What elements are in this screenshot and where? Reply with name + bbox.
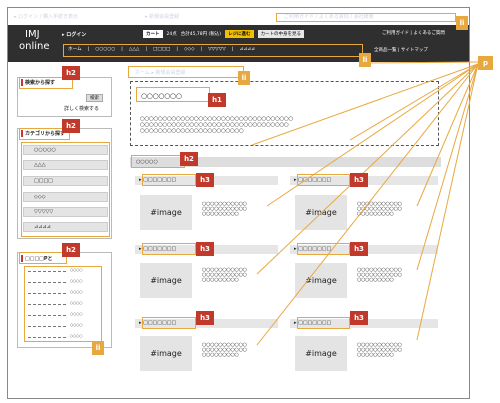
product-image[interactable]: #image [140, 195, 192, 230]
label-h2: h2 [62, 66, 80, 80]
logo-line1: IMJ [25, 29, 40, 40]
label-li: li [456, 16, 468, 30]
annotation-box [297, 317, 350, 329]
product-image[interactable]: #image [295, 263, 347, 298]
logo-line2: online [19, 41, 50, 52]
annotation-box [297, 243, 350, 255]
annotation-box [142, 174, 196, 186]
search-button[interactable]: 検索 [86, 94, 103, 102]
annotation-box [21, 142, 110, 237]
annotation-box [142, 317, 196, 329]
product-image[interactable]: #image [140, 336, 192, 371]
intro-text-3: ○○○○○○○○○○○○○○○○○○○○○○○ [140, 128, 244, 134]
label-li: li [92, 341, 104, 355]
site-logo[interactable]: IMJ online [19, 29, 50, 53]
annotation-box [136, 87, 210, 102]
checkout-button[interactable]: レジに進む [225, 30, 254, 38]
faint-top-left: ▸ ログイン / 購入手続き表示 [14, 14, 78, 20]
product-image[interactable]: #image [140, 263, 192, 298]
cart-count: 24点 [166, 32, 177, 37]
card-text: ○○○○○○○○○○○ ○○○○○○○○○○○ ○○○○○○○○○ [202, 267, 247, 283]
card-text: ○○○○○○○○○○○ ○○○○○○○○○○○ ○○○○○○○○○ [202, 342, 247, 358]
card-text: ○○○○○○○○○○○ ○○○○○○○○○○○ ○○○○○○○○○ [202, 201, 247, 217]
label-h3: h3 [350, 311, 368, 325]
label-h2: h2 [62, 119, 80, 133]
faint-top-mid: ▸ 新規会員登録 [145, 14, 180, 20]
cart-button[interactable]: カート [143, 30, 163, 38]
card-text: ○○○○○○○○○○○ ○○○○○○○○○○○ ○○○○○○○○○ [357, 267, 402, 283]
cart-bar: カート 24点 合計45,78円 (税込) レジに進む カートの中身を見る [143, 29, 305, 39]
label-h3: h3 [196, 242, 214, 256]
guide-links[interactable]: ご利用ガイド | よくあるご質問 [382, 30, 445, 36]
cart-total: 合計45,78円 (税込) [180, 32, 222, 37]
login-link[interactable]: ▸ ログイン [62, 31, 86, 38]
label-p: p [478, 56, 493, 70]
annotation-box [24, 266, 102, 342]
product-image[interactable]: #image [295, 195, 347, 230]
annotation-box [297, 174, 350, 186]
label-h3: h3 [350, 173, 368, 187]
annotation-box [142, 243, 196, 255]
label-h2: h2 [180, 152, 198, 166]
label-li: li [359, 53, 371, 67]
label-li: li [238, 71, 250, 85]
label-h1: h1 [208, 93, 226, 107]
card-text: ○○○○○○○○○○○ ○○○○○○○○○○○ ○○○○○○○○○ [357, 342, 402, 358]
card-text: ○○○○○○○○○○○ ○○○○○○○○○○○ ○○○○○○○○○ [357, 201, 402, 217]
cart-contents-button[interactable]: カートの中身を見る [257, 30, 305, 38]
annotation-box [19, 252, 67, 264]
label-h3: h3 [350, 242, 368, 256]
label-h2: h2 [62, 243, 80, 257]
annotation-box [131, 155, 185, 168]
label-h3: h3 [196, 311, 214, 325]
nav-right-links[interactable]: 全商品一覧 | サイトマップ [374, 47, 428, 53]
annotation-box [63, 44, 363, 57]
annotation-box [276, 13, 456, 22]
label-h3: h3 [196, 173, 214, 187]
advanced-search-link[interactable]: 詳しく検索する [64, 105, 99, 112]
annotation-box [128, 66, 244, 78]
product-image[interactable]: #image [295, 336, 347, 371]
